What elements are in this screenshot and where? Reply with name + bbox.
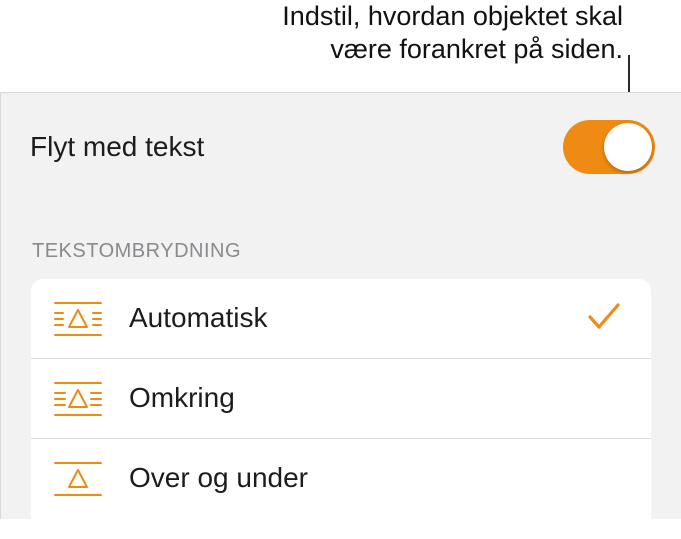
wrap-option-automatic[interactable]: Automatisk — [31, 279, 651, 359]
wrap-around-icon — [54, 382, 102, 416]
checkmark-icon — [588, 303, 620, 329]
wrap-automatic-icon — [54, 302, 102, 336]
text-wrap-options-list: Automatisk Omkring Over og under — [31, 279, 651, 539]
wrap-above-below-icon — [54, 462, 102, 496]
callout-annotation: Indstil, hvordan objektet skal være fora… — [103, 0, 623, 66]
arrangement-panel: Flyt med tekst TEKSTOMBRYDNING Automatis… — [0, 92, 681, 539]
move-with-text-toggle[interactable] — [563, 120, 655, 174]
text-wrap-section-header: TEKSTOMBRYDNING — [32, 240, 242, 262]
wrap-option-label: Automatisk — [129, 302, 268, 333]
wrap-option-around[interactable]: Omkring — [31, 359, 651, 439]
wrap-option-label: Omkring — [129, 382, 235, 413]
toggle-knob — [604, 123, 652, 171]
wrap-option-above-below[interactable]: Over og under — [31, 439, 651, 519]
wrap-option-label: Over og under — [129, 462, 308, 493]
callout-line-2: være forankret på siden. — [330, 34, 623, 64]
move-with-text-label: Flyt med tekst — [30, 131, 205, 162]
callout-line-1: Indstil, hvordan objektet skal — [282, 1, 623, 31]
